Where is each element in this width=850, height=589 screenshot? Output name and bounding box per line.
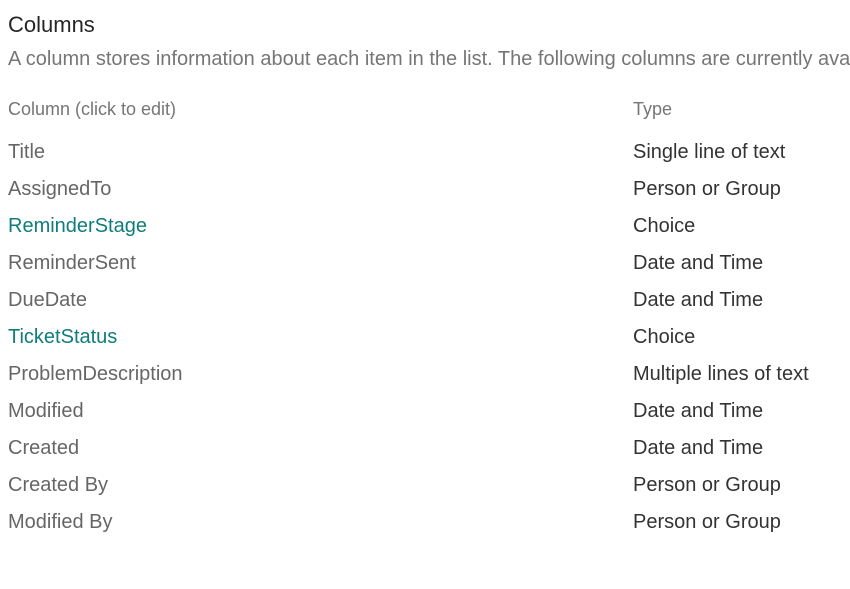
column-type: Single line of text <box>633 134 842 171</box>
column-name-link[interactable]: DueDate <box>8 282 633 319</box>
column-type: Person or Group <box>633 467 842 504</box>
column-name-link[interactable]: Created <box>8 430 633 467</box>
columns-header-type[interactable]: Type <box>633 93 842 134</box>
table-row: DueDateDate and Time <box>8 282 842 319</box>
column-name-link[interactable]: Created By <box>8 467 633 504</box>
columns-header-name[interactable]: Column (click to edit) <box>8 93 633 134</box>
column-type: Choice <box>633 319 842 356</box>
table-row: ReminderSentDate and Time <box>8 245 842 282</box>
column-type: Multiple lines of text <box>633 356 842 393</box>
column-type: Person or Group <box>633 171 842 208</box>
column-type: Date and Time <box>633 282 842 319</box>
column-name-link[interactable]: ReminderStage <box>8 208 633 245</box>
column-type: Date and Time <box>633 393 842 430</box>
column-name-link[interactable]: ProblemDescription <box>8 356 633 393</box>
table-row: Modified ByPerson or Group <box>8 504 842 541</box>
table-row: ModifiedDate and Time <box>8 393 842 430</box>
column-type: Choice <box>633 208 842 245</box>
column-name-link[interactable]: Modified <box>8 393 633 430</box>
table-row: Created ByPerson or Group <box>8 467 842 504</box>
table-row: AssignedToPerson or Group <box>8 171 842 208</box>
columns-table: Column (click to edit) Type TitleSingle … <box>8 93 842 541</box>
columns-section-title: Columns <box>8 12 842 38</box>
column-name-link[interactable]: ReminderSent <box>8 245 633 282</box>
column-type: Date and Time <box>633 245 842 282</box>
table-row: ProblemDescriptionMultiple lines of text <box>8 356 842 393</box>
columns-section-description: A column stores information about each i… <box>8 48 842 71</box>
column-name-link[interactable]: AssignedTo <box>8 171 633 208</box>
column-name-link[interactable]: TicketStatus <box>8 319 633 356</box>
table-row: TitleSingle line of text <box>8 134 842 171</box>
column-name-link[interactable]: Title <box>8 134 633 171</box>
column-type: Date and Time <box>633 430 842 467</box>
column-name-link[interactable]: Modified By <box>8 504 633 541</box>
column-type: Person or Group <box>633 504 842 541</box>
table-row: TicketStatusChoice <box>8 319 842 356</box>
table-row: CreatedDate and Time <box>8 430 842 467</box>
table-row: ReminderStageChoice <box>8 208 842 245</box>
